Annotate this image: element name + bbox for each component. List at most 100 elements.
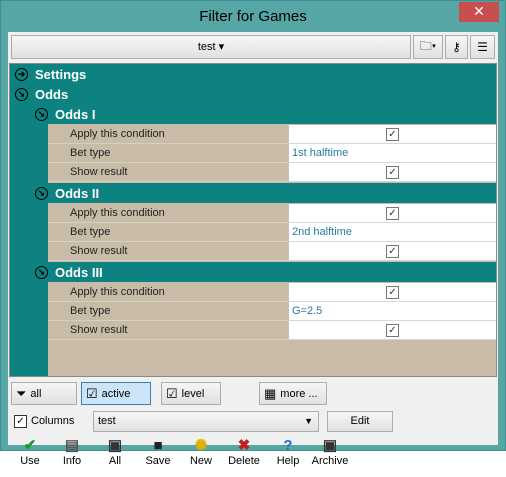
row-value: ✓ (288, 242, 496, 261)
filter-level-button[interactable]: ☑ level (161, 382, 221, 405)
row-label: Apply this condition (48, 125, 288, 144)
row-show-result: Show result ✓ (48, 242, 496, 261)
folders-icon: ▣ (107, 437, 123, 454)
row-bet-type: Bet type G=2.5 (48, 302, 496, 321)
subgroup-odds-3[interactable]: ➘ Odds III (30, 262, 496, 282)
archive-button[interactable]: ▣ Archive (308, 437, 352, 467)
lightbulb-icon: ✺ (194, 437, 208, 454)
bet-type-value[interactable]: 1st halftime (288, 144, 496, 163)
filter-name-dropdown[interactable]: test ▾ (11, 35, 411, 59)
row-label: Show result (48, 163, 288, 182)
expand-icon: ➜ (15, 67, 28, 81)
row-bet-type: Bet type 2nd halftime (48, 223, 496, 242)
action-label: Save (145, 455, 171, 467)
edit-button[interactable]: Edit (327, 411, 393, 432)
filter-all-button[interactable]: ⏷ all (11, 382, 77, 405)
columns-select[interactable]: test ▼ (93, 411, 319, 432)
archive-icon: ▣ (322, 437, 338, 454)
info-button[interactable]: ▤ Info (50, 437, 94, 467)
show-result-checkbox[interactable]: ✓ (386, 245, 399, 258)
bet-type-value[interactable]: 2nd halftime (288, 223, 496, 242)
all-button[interactable]: ▣ All (93, 437, 137, 467)
action-bar: ✔ Use ▤ Info ▣ All ■ Save ✺ New ✖ Delete? Help ▣ Archi… (8, 437, 498, 477)
new-button[interactable]: ✺ New (179, 437, 223, 467)
action-label: Delete (228, 455, 260, 467)
show-result-checkbox[interactable]: ✓ (386, 324, 399, 337)
columns-checkbox[interactable]: ✓ (14, 415, 27, 428)
subgroup-odds-1[interactable]: ➘ Odds I (30, 104, 496, 124)
title-bar: Filter for Games ✕ (1, 1, 505, 32)
checkmark-icon: ✔ (23, 437, 37, 454)
film-icon: ▦ (264, 385, 277, 401)
row-value: ✓ (288, 125, 496, 144)
group-odds[interactable]: ➘ Odds (10, 84, 496, 104)
row-label: Show result (48, 321, 288, 340)
window-title: Filter for Games (199, 8, 307, 25)
action-label: All (108, 455, 122, 467)
columns-row: ✓ Columns test ▼ Edit (8, 408, 498, 434)
action-label: Info (62, 455, 82, 467)
filter-button-row: ⏷ all ☑ active ☑ level ▦ more ... (8, 380, 498, 406)
apply-checkbox[interactable]: ✓ (386, 128, 399, 141)
row-label: Apply this condition (48, 204, 288, 223)
apply-checkbox[interactable]: ✓ (386, 286, 399, 299)
subgroup-odds-2[interactable]: ➘ Odds II (30, 183, 496, 203)
client-area: test ▾ 🗀▾ ⚷ ☰ ➜ Settings ➘ Odds ➘ Odds I (8, 32, 498, 467)
row-show-result: Show result ✓ (48, 321, 496, 340)
subgroup-label: Odds II (55, 185, 100, 201)
row-apply-condition: Apply this condition ✓ (48, 125, 496, 144)
row-value: ✓ (288, 204, 496, 223)
more-button[interactable]: ▦ more ... (259, 382, 327, 405)
row-value: ✓ (288, 321, 496, 340)
row-apply-condition: Apply this condition ✓ (48, 283, 496, 302)
select-value: test (98, 415, 116, 427)
tree-view-icon[interactable]: ☰ (470, 35, 495, 59)
delete-button[interactable]: ✖ Delete (222, 437, 266, 467)
bet-type-value[interactable]: G=2.5 (288, 302, 496, 321)
funnel-icon: ⏷ (16, 385, 27, 401)
collapse-icon: ➘ (35, 107, 48, 121)
row-show-result: Show result ✓ (48, 163, 496, 182)
apply-checkbox[interactable]: ✓ (386, 207, 399, 220)
action-label: Use (20, 455, 40, 467)
collapse-icon: ➘ (35, 265, 48, 279)
collapse-icon: ➘ (15, 87, 28, 101)
row-value: ✓ (288, 163, 496, 182)
use-button[interactable]: ✔ Use (8, 437, 52, 467)
action-label: New (189, 455, 212, 467)
save-icon: ■ (153, 437, 163, 454)
row-bet-type: Bet type 1st halftime (48, 144, 496, 163)
close-button[interactable]: ✕ (459, 2, 499, 22)
help-icon: ? (283, 437, 293, 454)
subgroup-label: Odds I (55, 106, 96, 122)
button-label: level (181, 387, 205, 400)
tree-subindent-bar (28, 104, 48, 376)
group-label: Odds (35, 86, 69, 102)
info-icon: ▤ (64, 437, 80, 454)
tree-indent-bar (10, 64, 28, 376)
show-result-checkbox[interactable]: ✓ (386, 166, 399, 179)
button-label: all (30, 387, 42, 400)
button-label: active (101, 387, 131, 400)
folder-icon[interactable]: 🗀▾ (413, 35, 443, 59)
filter-window: Filter for Games ✕ test ▾ 🗀▾ ⚷ ☰ ➜ Setti… (0, 0, 506, 467)
level-icon: ☑ (166, 385, 178, 401)
help-button[interactable]: ? Help (266, 437, 310, 467)
group-label: Settings (35, 66, 87, 82)
row-label: Apply this condition (48, 283, 288, 302)
filter-active-button[interactable]: ☑ active (81, 382, 151, 405)
row-value: ✓ (288, 283, 496, 302)
row-label: Show result (48, 242, 288, 261)
row-label: Bet type (48, 144, 288, 163)
filter-tree: ➜ Settings ➘ Odds ➘ Odds I Apply this co… (9, 63, 497, 377)
group-settings[interactable]: ➜ Settings (10, 64, 496, 84)
action-label: Archive (311, 455, 349, 467)
key-icon[interactable]: ⚷ (445, 35, 468, 59)
row-label: Bet type (48, 302, 288, 321)
row-label: Bet type (48, 223, 288, 242)
columns-label: Columns (31, 415, 75, 427)
row-apply-condition: Apply this condition ✓ (48, 204, 496, 223)
checkbox-icon: ☑ (86, 385, 98, 401)
chevron-down-icon: ▼ (304, 416, 313, 426)
save-button[interactable]: ■ Save (136, 437, 180, 467)
